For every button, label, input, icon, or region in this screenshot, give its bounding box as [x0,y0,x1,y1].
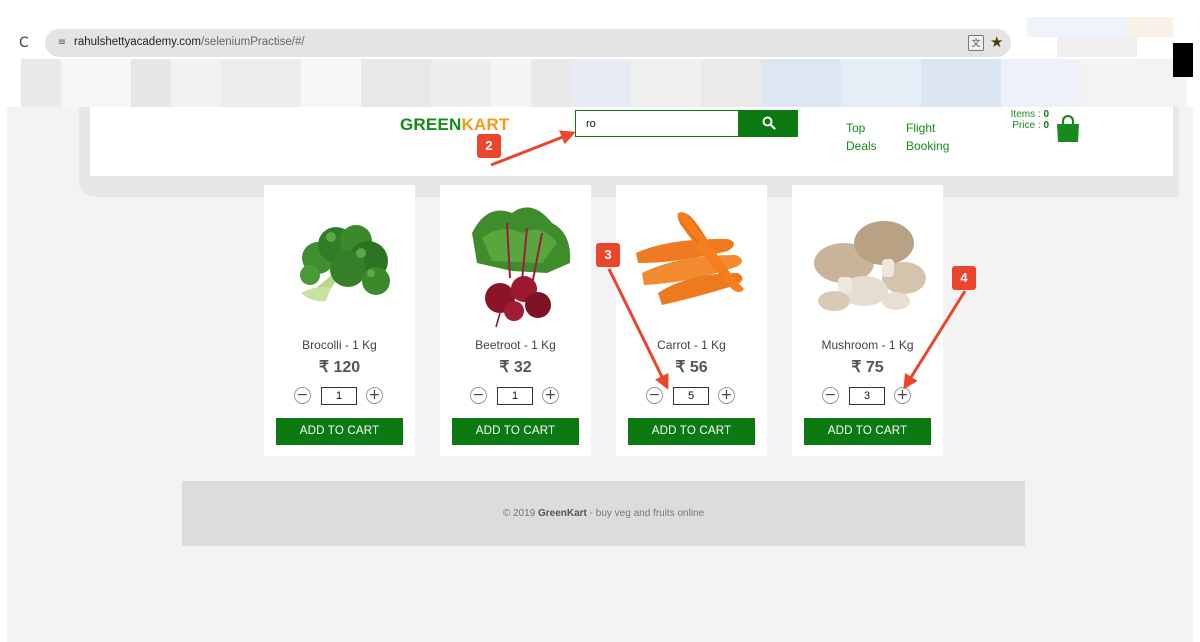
reload-icon[interactable]: C [19,35,29,51]
translate-icon[interactable]: 文 [968,35,984,51]
product-price: ₹ 75 [851,359,884,376]
annotation-badge-3: 3 [596,243,620,267]
add-to-cart-button[interactable]: ADD TO CART [452,418,579,445]
top-deals-link[interactable]: Top Deals [846,119,877,155]
footer-suffix: - buy veg and fruits online [586,508,705,519]
site-settings-icon[interactable]: ≡ [55,36,69,50]
carrot-image [636,212,744,305]
cart-price-row: Price : 0 [1012,120,1049,131]
redacted-block [1173,43,1193,77]
decrement-button[interactable]: − [822,387,839,404]
product-price: ₹ 120 [318,359,361,376]
brand-green-text: GREEN [400,115,462,134]
search-icon [762,116,776,130]
increment-button[interactable]: + [718,387,735,404]
decrement-button[interactable]: − [646,387,663,404]
quantity-stepper: − + [292,386,388,405]
footer-prefix: © 2019 [502,508,538,519]
address-bar[interactable]: ≡ rahulshettyacademy.com/seleniumPractis… [45,29,1011,57]
product-card: Beetroot - 1 Kg ₹ 32 − + ADD TO CART [440,185,591,456]
quantity-input[interactable] [849,387,885,405]
quantity-stepper: − + [644,386,740,405]
site-header: GREENKART Top Deals Flight Booking Items… [90,107,1173,176]
product-name: Brocolli - 1 Kg [302,338,377,352]
increment-button[interactable]: + [894,387,911,404]
mushroom-image [814,221,926,311]
quantity-input[interactable] [321,387,357,405]
cart-stats: Items : 0 Price : 0 [983,109,1049,131]
url-host: rahulshettyacademy.com [74,36,201,48]
top-deals-line1: Top [846,121,866,135]
brand-logo[interactable]: GREENKART [400,115,509,135]
bookmark-star-icon[interactable]: ★ [990,33,1003,51]
annotation-badge-4: 4 [952,266,976,290]
blurred-bookmarks-bar [21,59,1187,107]
flight-booking-line1: Flight [906,121,936,135]
blurred-profile-area [1027,17,1173,57]
shopping-bag-icon[interactable] [1055,115,1081,143]
add-to-cart-button[interactable]: ADD TO CART [628,418,755,445]
product-card: Carrot - 1 Kg ₹ 56 − + ADD TO CART [616,185,767,456]
add-to-cart-button[interactable]: ADD TO CART [276,418,403,445]
decrement-button[interactable]: − [470,387,487,404]
browser-chrome: C ≡ rahulshettyacademy.com/seleniumPract… [7,7,1193,107]
price-total: 0 [1043,120,1049,131]
url-path: /seleniumPractise/#/ [200,36,305,48]
product-name: Mushroom - 1 Kg [821,338,914,352]
product-name: Carrot - 1 Kg [657,338,726,352]
product-card: Brocolli - 1 Kg ₹ 120 − + ADD TO CART [264,185,415,456]
product-price: ₹ 32 [499,359,532,376]
price-label: Price [1012,120,1036,131]
flight-booking-link[interactable]: Flight Booking [906,119,949,155]
beetroot-image [472,207,571,328]
site-footer: © 2019 GreenKart - buy veg and fruits on… [182,481,1025,546]
increment-button[interactable]: + [542,387,559,404]
top-deals-line2: Deals [846,139,877,153]
search-input[interactable] [575,110,739,137]
product-card: Mushroom - 1 Kg ₹ 75 − + ADD TO CART [792,185,943,456]
decrement-button[interactable]: − [294,387,311,404]
product-name: Beetroot - 1 Kg [475,338,556,352]
cart-items-row: Items : 0 [1010,109,1049,120]
quantity-input[interactable] [497,387,533,405]
flight-booking-line2: Booking [906,139,950,153]
items-label: Items [1010,109,1036,120]
add-to-cart-button[interactable]: ADD TO CART [804,418,931,445]
quantity-input[interactable] [673,387,709,405]
search-button[interactable] [739,110,798,137]
url-text[interactable]: rahulshettyacademy.com/seleniumPractise/… [74,36,305,48]
annotation-badge-2: 2 [477,134,501,158]
quantity-stepper: − + [468,386,564,405]
brand-orange-text: KART [461,115,510,134]
footer-brand: GreenKart [537,508,587,519]
browser-viewport: C ≡ rahulshettyacademy.com/seleniumPract… [7,7,1193,642]
quantity-stepper: − + [820,386,916,405]
broccoli-image [300,225,390,302]
items-count: 0 [1043,109,1049,120]
increment-button[interactable]: + [366,387,383,404]
product-price: ₹ 56 [675,359,708,376]
